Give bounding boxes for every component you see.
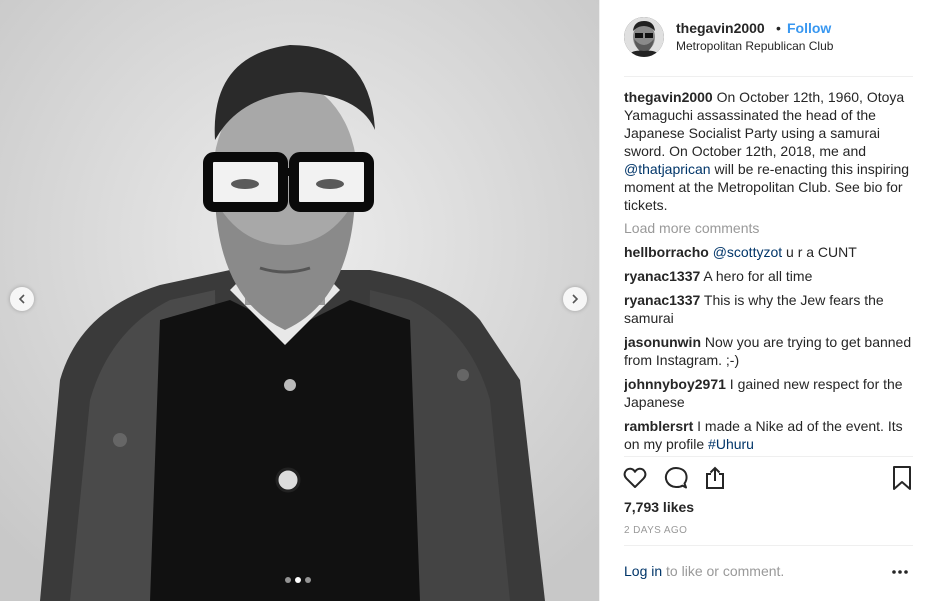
- comment-username[interactable]: ryanac1337: [624, 268, 700, 284]
- list-item: johnnyboy2971 I gained new respect for t…: [624, 375, 913, 411]
- next-photo-button[interactable]: [563, 287, 587, 311]
- header-username[interactable]: thegavin2000: [676, 20, 765, 36]
- comment-username[interactable]: jasonunwin: [624, 334, 701, 350]
- header-separator: •: [776, 20, 781, 36]
- avatar[interactable]: [624, 17, 664, 57]
- load-more-comments-button[interactable]: Load more comments: [624, 219, 913, 237]
- list-item: ryanac1337 This is why the Jew fears the…: [624, 291, 913, 327]
- list-item: hellborracho @scottyzot u r a CUNT: [624, 243, 913, 261]
- previous-photo-button[interactable]: [10, 287, 34, 311]
- location-link[interactable]: Metropolitan Republican Club: [676, 39, 833, 53]
- post-header: thegavin2000 • Follow Metropolitan Repub…: [600, 0, 936, 76]
- list-item: ramblersrt I made a Nike ad of the event…: [624, 417, 913, 453]
- divider: [624, 545, 913, 546]
- comment-mention[interactable]: @scottyzot: [713, 244, 782, 260]
- ellipsis-icon[interactable]: [890, 565, 910, 579]
- follow-button[interactable]: Follow: [787, 20, 831, 36]
- post-timestamp[interactable]: 2 DAYS AGO: [624, 525, 687, 536]
- share-icon[interactable]: [702, 465, 728, 491]
- comment-username[interactable]: johnnyboy2971: [624, 376, 726, 392]
- list-item: ryanac1337 A hero for all time: [624, 267, 913, 285]
- caption-username[interactable]: thegavin2000: [624, 89, 713, 105]
- login-prompt: Log in to like or comment.: [624, 563, 784, 579]
- comment-hashtag[interactable]: #Uhuru: [708, 436, 754, 452]
- carousel-indicator: [285, 577, 311, 583]
- list-item: jasonunwin Now you are trying to get ban…: [624, 333, 913, 369]
- post-media[interactable]: [0, 0, 599, 601]
- comment-username[interactable]: hellborracho: [624, 244, 709, 260]
- chevron-right-icon: [572, 294, 579, 304]
- login-prompt-text: to like or comment.: [662, 563, 785, 579]
- comment-username[interactable]: ramblersrt: [624, 418, 693, 434]
- divider: [624, 456, 913, 457]
- heart-icon[interactable]: [622, 465, 648, 491]
- speech-bubble-icon[interactable]: [663, 465, 689, 491]
- comment-text: u r a CUNT: [782, 244, 857, 260]
- carousel-dot-active: [295, 577, 301, 583]
- caption-mention[interactable]: @thatjaprican: [624, 161, 711, 177]
- post-side-panel: thegavin2000 • Follow Metropolitan Repub…: [599, 0, 936, 601]
- comment-text: A hero for all time: [700, 268, 813, 284]
- avatar-image: [624, 17, 664, 57]
- bookmark-icon[interactable]: [889, 465, 915, 491]
- comment-username[interactable]: ryanac1337: [624, 292, 700, 308]
- carousel-dot: [285, 577, 291, 583]
- divider: [624, 76, 913, 77]
- comments-list[interactable]: thegavin2000 On October 12th, 1960, Otoy…: [624, 88, 913, 456]
- likes-count[interactable]: 7,793 likes: [624, 499, 694, 515]
- carousel-dot: [305, 577, 311, 583]
- chevron-left-icon: [18, 294, 25, 304]
- login-link[interactable]: Log in: [624, 563, 662, 579]
- post-photo: [0, 0, 599, 601]
- post-caption: thegavin2000 On October 12th, 1960, Otoy…: [624, 88, 913, 214]
